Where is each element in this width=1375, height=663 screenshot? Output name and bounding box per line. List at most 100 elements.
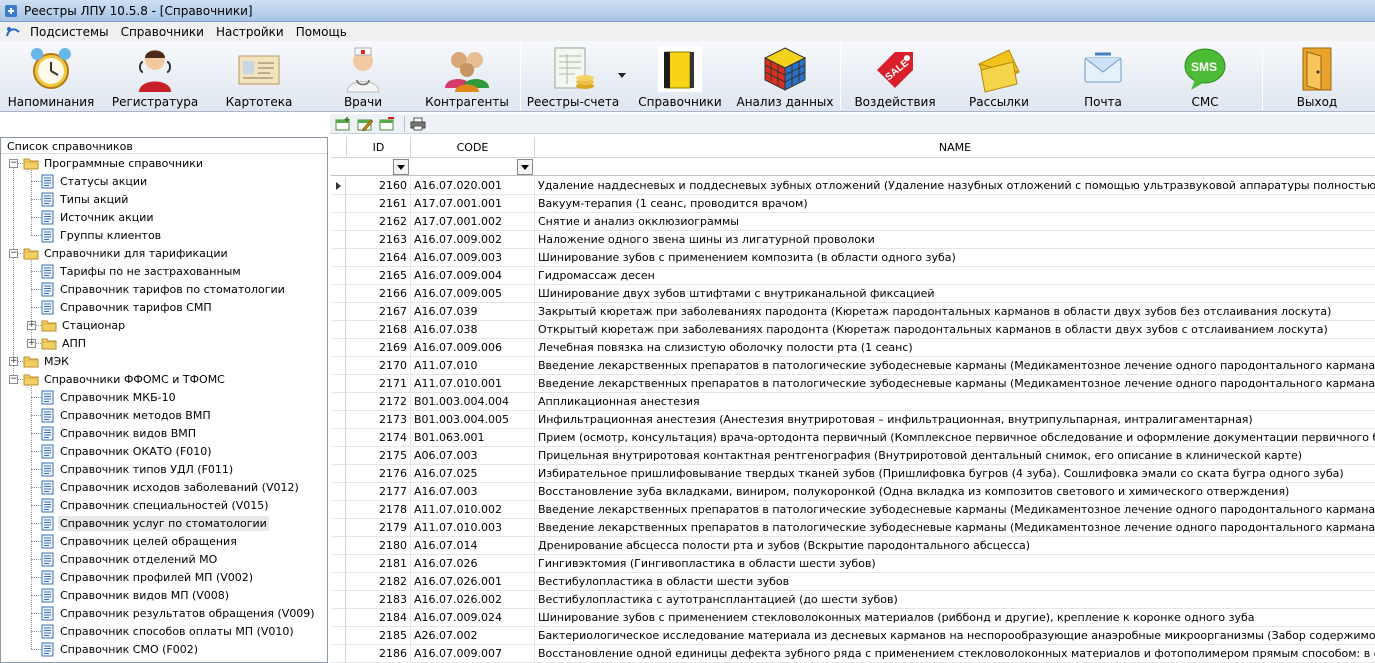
registry-button[interactable]: Регистратура xyxy=(112,41,198,112)
cell-id[interactable]: 2165 xyxy=(347,267,411,285)
tree-item-node[interactable]: Справочник МКБ-10 xyxy=(41,388,178,406)
cell-id[interactable]: 2170 xyxy=(347,357,411,375)
delete-record-button[interactable] xyxy=(378,116,396,132)
row-indicator[interactable] xyxy=(331,231,346,249)
table-row[interactable]: 2165 A16.07.009.004 Гидромассаж десен xyxy=(331,267,1375,285)
cell-id[interactable]: 2171 xyxy=(347,375,411,393)
tree-folder-node[interactable]: МЭК xyxy=(23,352,71,370)
tree-item-node[interactable]: Тарифы по не застрахованным xyxy=(41,262,243,280)
tree-item-node[interactable]: Справочник способов оплаты МП (V010) xyxy=(41,622,296,640)
tree-item-node[interactable]: Справочник тарифов по стоматологии xyxy=(41,280,287,298)
cell-name[interactable]: Шинирование зубов с применением стеклово… xyxy=(535,609,1375,627)
cell-code[interactable]: B01.003.004.004 xyxy=(411,393,535,411)
table-row[interactable]: 2171 A11.07.010.001 Введение лекарственных… xyxy=(331,375,1375,393)
row-indicator[interactable] xyxy=(331,375,346,393)
cell-code[interactable]: A16.07.009.006 xyxy=(411,339,535,357)
table-row[interactable]: 2182 A16.07.026.001 Вестибулопластика в об… xyxy=(331,573,1375,591)
collapse-toggle[interactable]: − xyxy=(9,375,18,384)
table-row[interactable]: 2167 A16.07.039 Закрытый кюретаж при забол… xyxy=(331,303,1375,321)
cell-id[interactable]: 2169 xyxy=(347,339,411,357)
row-indicator[interactable] xyxy=(331,411,346,429)
menu-references[interactable]: Справочники xyxy=(115,25,210,39)
expand-toggle[interactable]: + xyxy=(27,339,36,348)
cell-id[interactable]: 2160 xyxy=(347,177,411,195)
cell-id[interactable]: 2182 xyxy=(347,573,411,591)
row-indicator[interactable] xyxy=(331,213,346,231)
tree-item-node[interactable]: Справочник специальностей (V015) xyxy=(41,496,271,514)
app-menu-icon[interactable] xyxy=(4,24,22,40)
contractors-button[interactable]: Контрагенты xyxy=(424,41,510,112)
collapse-toggle[interactable]: − xyxy=(9,249,18,258)
table-row[interactable]: 2185 A26.07.002 Бактериологическое исследо… xyxy=(331,627,1375,645)
cell-id[interactable]: 2175 xyxy=(347,447,411,465)
tree-item-node[interactable]: Справочник исходов заболеваний (V012) xyxy=(41,478,301,496)
add-record-button[interactable] xyxy=(334,116,352,132)
registries-dropdown-arrow[interactable] xyxy=(618,73,626,78)
cell-id[interactable]: 2184 xyxy=(347,609,411,627)
row-indicator[interactable] xyxy=(331,339,346,357)
exit-button[interactable]: Выход xyxy=(1272,41,1362,112)
cell-name[interactable]: Шинирование зубов с применением композит… xyxy=(535,249,1375,267)
table-row[interactable]: 2180 A16.07.014 Дренирование абсцесса поло… xyxy=(331,537,1375,555)
actions-button[interactable]: SALE Воздействия xyxy=(850,41,940,112)
cell-name[interactable]: Шинирование двух зубов штифтами с внутри… xyxy=(535,285,1375,303)
cell-code[interactable]: A16.07.009.005 xyxy=(411,285,535,303)
cell-id[interactable]: 2185 xyxy=(347,627,411,645)
cell-id[interactable]: 2177 xyxy=(347,483,411,501)
cell-id[interactable]: 2172 xyxy=(347,393,411,411)
row-indicator[interactable] xyxy=(331,609,346,627)
table-row[interactable]: 2164 A16.07.009.003 Шинирование зубов с пр… xyxy=(331,249,1375,267)
row-indicator[interactable] xyxy=(331,483,346,501)
cell-name[interactable]: Снятие и анализ окклюзиограммы xyxy=(535,213,1375,231)
tree-item-node[interactable]: Справочник услуг по стоматологии xyxy=(41,514,269,532)
cell-id[interactable]: 2179 xyxy=(347,519,411,537)
tree-folder-node[interactable]: АПП xyxy=(41,334,88,352)
table-row[interactable]: 2172 B01.003.004.004 Аппликационная анесте… xyxy=(331,393,1375,411)
row-indicator[interactable] xyxy=(331,627,346,645)
tree-item-node[interactable]: Справочник видов МП (V008) xyxy=(41,586,231,604)
cell-id[interactable]: 2178 xyxy=(347,501,411,519)
cell-id[interactable]: 2161 xyxy=(347,195,411,213)
table-row[interactable]: 2163 A16.07.009.002 Наложение одного звена… xyxy=(331,231,1375,249)
cell-name[interactable]: Восстановление одной единицы дефекта зуб… xyxy=(535,645,1375,663)
tree-item-node[interactable]: Справочник профилей МП (V002) xyxy=(41,568,255,586)
table-row[interactable]: 2161 A17.07.001.001 Вакуум-терапия (1 сеан… xyxy=(331,195,1375,213)
print-button[interactable] xyxy=(409,116,427,132)
cell-code[interactable]: A16.07.003 xyxy=(411,483,535,501)
cell-code[interactable]: A17.07.001.001 xyxy=(411,195,535,213)
cell-name[interactable]: Введение лекарственных препаратов в пато… xyxy=(535,357,1375,375)
reminders-button[interactable]: Напоминания xyxy=(8,41,94,112)
cell-name[interactable]: Прицельная внутриротовая контактная рент… xyxy=(535,447,1375,465)
row-indicator[interactable] xyxy=(331,177,346,195)
cell-id[interactable]: 2180 xyxy=(347,537,411,555)
table-row[interactable]: 2173 B01.003.004.005 Инфильтрационная анес… xyxy=(331,411,1375,429)
row-indicator[interactable] xyxy=(331,267,346,285)
cell-name[interactable]: Инфильтрационная анестезия (Анестезия вн… xyxy=(535,411,1375,429)
column-header-code[interactable]: CODE xyxy=(411,137,535,158)
cell-name[interactable]: Дренирование абсцесса полости рта и зубо… xyxy=(535,537,1375,555)
row-indicator[interactable] xyxy=(331,249,346,267)
table-row[interactable]: 2170 A11.07.010 Введение лекарственных пре… xyxy=(331,357,1375,375)
row-indicator[interactable] xyxy=(331,321,346,339)
cell-id[interactable]: 2166 xyxy=(347,285,411,303)
cell-name[interactable]: Введение лекарственных препаратов в пато… xyxy=(535,519,1375,537)
cell-id[interactable]: 2183 xyxy=(347,591,411,609)
table-row[interactable]: 2178 A11.07.010.002 Введение лекарственных… xyxy=(331,501,1375,519)
cell-id[interactable]: 2181 xyxy=(347,555,411,573)
expand-toggle[interactable]: + xyxy=(27,321,36,330)
mailings-button[interactable]: Рассылки xyxy=(954,41,1044,112)
tree-folder-node[interactable]: Стационар xyxy=(41,316,127,334)
mail-button[interactable]: Почта xyxy=(1058,41,1148,112)
cell-name[interactable]: Введение лекарственных препаратов в пато… xyxy=(535,375,1375,393)
tree-item-node[interactable]: Справочник СМО (F002) xyxy=(41,640,200,658)
expand-toggle[interactable]: + xyxy=(9,357,18,366)
cell-id[interactable]: 2174 xyxy=(347,429,411,447)
cell-name[interactable]: Вестибулопластика в области шести зубов xyxy=(535,573,1375,591)
tree-folder-node[interactable]: Справочники ФФОМС и ТФОМС xyxy=(23,370,227,388)
table-row[interactable]: 2169 A16.07.009.006 Лечебная повязка на сл… xyxy=(331,339,1375,357)
table-row[interactable]: 2183 A16.07.026.002 Вестибулопластика с ау… xyxy=(331,591,1375,609)
registries-invoices-button[interactable]: Реестры-счета xyxy=(526,41,620,112)
cell-id[interactable]: 2176 xyxy=(347,465,411,483)
row-indicator[interactable] xyxy=(331,429,346,447)
code-filter-dropdown[interactable] xyxy=(517,159,533,175)
